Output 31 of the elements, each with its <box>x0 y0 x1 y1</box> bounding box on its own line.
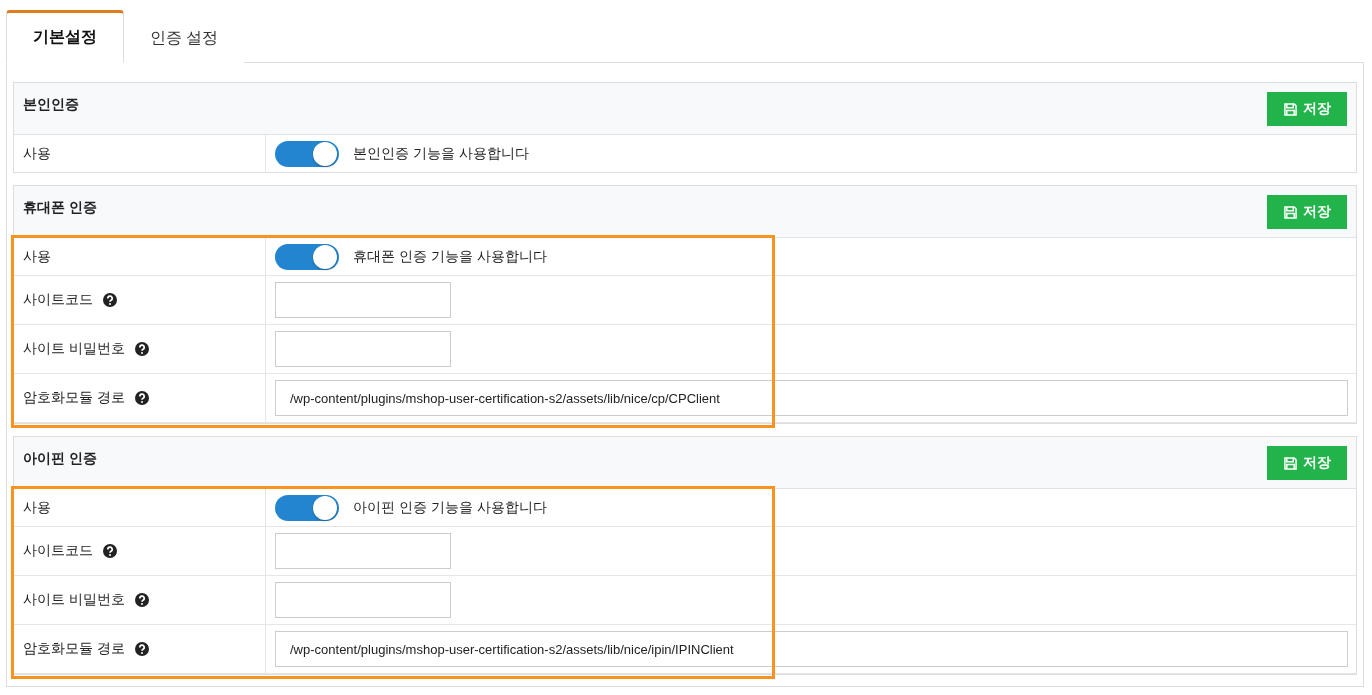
field-label: 사이트 비밀번호 <box>23 340 125 358</box>
section-title: 본인인증 <box>23 96 79 114</box>
toggle-switch[interactable] <box>275 140 339 167</box>
section-title: 아이핀 인증 <box>23 450 97 468</box>
toggle-switch[interactable] <box>275 243 339 270</box>
field-label: 사용 <box>23 498 51 517</box>
help-icon[interactable] <box>134 593 149 607</box>
tab[interactable]: 기본설정 <box>6 10 124 63</box>
help-icon[interactable] <box>134 342 149 356</box>
field-label: 사이트 비밀번호 <box>23 591 125 609</box>
field-label: 사용 <box>23 144 51 163</box>
toggle-switch[interactable] <box>275 494 339 521</box>
path-field[interactable]: /wp-content/plugins/mshop-user-certification-s2/assets/lib/nice/ipin/IPINClient <box>275 631 1348 667</box>
help-icon[interactable] <box>103 544 117 558</box>
help-icon[interactable] <box>134 391 149 405</box>
path-field[interactable]: /wp-content/plugins/mshop-user-certification-s2/assets/lib/nice/cp/CPClient <box>275 380 1348 416</box>
field-label: 사용 <box>23 247 51 266</box>
field-label: 암호화모듈 경로 <box>23 389 125 407</box>
field-label: 사이트코드 <box>23 291 93 309</box>
section-title: 휴대폰 인증 <box>23 199 97 217</box>
toggle-description: 본인인증 기능을 사용합니다 <box>353 144 529 163</box>
help-icon[interactable] <box>134 642 149 656</box>
help-icon[interactable] <box>103 293 117 307</box>
field-label: 암호화모듈 경로 <box>23 640 125 658</box>
input-field[interactable] <box>275 282 451 318</box>
toggle-description: 아이핀 인증 기능을 사용합니다 <box>353 498 547 517</box>
input-field[interactable] <box>275 582 451 618</box>
field-label: 사이트코드 <box>23 542 93 560</box>
input-field[interactable] <box>275 533 451 569</box>
input-field[interactable] <box>275 331 451 367</box>
toggle-description: 휴대폰 인증 기능을 사용합니다 <box>353 247 547 266</box>
